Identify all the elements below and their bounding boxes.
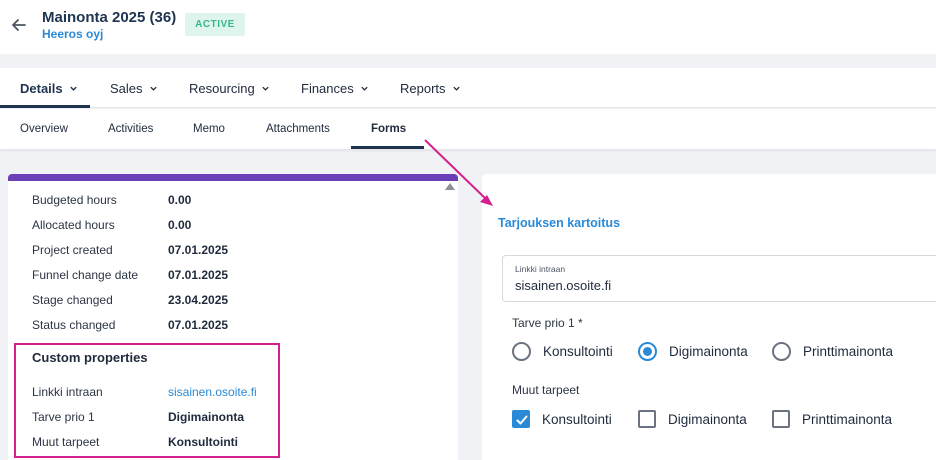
field-label: Linkki intraan bbox=[515, 264, 566, 274]
detail-value: 07.01.2025 bbox=[168, 243, 229, 257]
radio-digimainonta[interactable]: Digimainonta bbox=[638, 342, 748, 361]
subtab-memo[interactable]: Memo bbox=[193, 109, 225, 149]
option-label: Printtimainonta bbox=[802, 411, 893, 427]
tab-resourcing[interactable]: Resourcing bbox=[189, 68, 270, 108]
option-label: Digimainonta bbox=[668, 411, 747, 427]
link-intraan-field[interactable]: Linkki intraan sisainen.osoite.fi bbox=[502, 255, 936, 302]
detail-key: Status changed bbox=[32, 318, 116, 332]
status-badge: ACTIVE bbox=[185, 13, 245, 36]
customer-link[interactable]: Heeros oyj bbox=[42, 27, 103, 41]
subtab-activities[interactable]: Activities bbox=[108, 109, 153, 149]
checkbox-konsultointi[interactable]: Konsultointi bbox=[512, 410, 612, 428]
detail-key: Allocated hours bbox=[32, 218, 115, 232]
detail-value: 0.00 bbox=[168, 193, 192, 207]
scroll-up-arrow-icon[interactable] bbox=[445, 183, 455, 190]
checkbox-checked[interactable] bbox=[512, 410, 530, 428]
tab-details[interactable]: Details bbox=[20, 68, 78, 108]
radio-button[interactable] bbox=[512, 342, 531, 361]
tab-label: Sales bbox=[110, 80, 143, 96]
subtab-overview[interactable]: Overview bbox=[20, 109, 68, 149]
detail-key: Budgeted hours bbox=[32, 193, 117, 207]
other-needs-question-label: Muut tarpeet bbox=[512, 383, 580, 397]
property-link[interactable]: sisainen.osoite.fi bbox=[168, 384, 257, 400]
arrow-left-icon[interactable] bbox=[10, 16, 30, 36]
checkmark-icon bbox=[516, 415, 528, 425]
form-panel: Tarjouksen kartoitus Linkki intraan sisa… bbox=[482, 174, 936, 460]
chevron-down-icon bbox=[262, 86, 269, 91]
project-title: Mainonta 2025 (36) bbox=[42, 9, 177, 26]
option-label: Digimainonta bbox=[669, 344, 748, 359]
tab-sales[interactable]: Sales bbox=[110, 68, 158, 108]
project-details-panel: Budgeted hours 0.00 Allocated hours 0.00… bbox=[8, 174, 458, 460]
radio-button-selected[interactable] bbox=[638, 342, 657, 361]
subtab-attachments[interactable]: Attachments bbox=[266, 109, 330, 149]
property-key: Muut tarpeet bbox=[32, 435, 100, 449]
radio-konsultointi[interactable]: Konsultointi bbox=[512, 342, 613, 361]
tab-label: Reports bbox=[400, 80, 446, 96]
chevron-down-icon bbox=[361, 86, 368, 91]
checkbox-digimainonta[interactable]: Digimainonta bbox=[638, 410, 747, 428]
detail-value: 23.04.2025 bbox=[168, 293, 229, 307]
tab-label: Finances bbox=[301, 80, 354, 96]
prio-question-label: Tarve prio 1 * bbox=[512, 316, 583, 330]
tab-finances[interactable]: Finances bbox=[301, 68, 369, 108]
form-title: Tarjouksen kartoitus bbox=[498, 216, 621, 230]
chevron-down-icon bbox=[69, 86, 77, 91]
option-label: Konsultointi bbox=[542, 411, 612, 427]
chevron-down-icon bbox=[149, 86, 157, 91]
tab-label: Resourcing bbox=[189, 80, 255, 96]
option-label: Konsultointi bbox=[543, 344, 613, 359]
project-header: Mainonta 2025 (36) Heeros oyj ACTIVE bbox=[0, 0, 936, 54]
custom-properties-title: Custom properties bbox=[32, 350, 148, 365]
panel-accent-bar bbox=[8, 174, 458, 181]
detail-key: Stage changed bbox=[32, 293, 113, 307]
option-label: Printtimainonta bbox=[803, 344, 894, 359]
property-value: Konsultointi bbox=[168, 435, 238, 449]
detail-key: Project created bbox=[32, 243, 113, 257]
tab-label: Details bbox=[20, 80, 63, 96]
detail-key: Funnel change date bbox=[32, 268, 139, 282]
checkbox[interactable] bbox=[638, 410, 656, 428]
detail-value: 07.01.2025 bbox=[168, 268, 229, 282]
subtab-forms[interactable]: Forms bbox=[371, 109, 406, 149]
checkbox-printtimainonta[interactable]: Printtimainonta bbox=[772, 410, 892, 428]
sub-tabs: Overview Activities Memo Attachments For… bbox=[0, 109, 936, 149]
radio-button[interactable] bbox=[772, 342, 791, 361]
chevron-down-icon bbox=[452, 86, 460, 91]
active-tab-indicator bbox=[0, 105, 90, 108]
property-key: Tarve prio 1 bbox=[32, 410, 95, 424]
tab-reports[interactable]: Reports bbox=[400, 68, 461, 108]
field-value: sisainen.osoite.fi bbox=[515, 278, 612, 293]
detail-value: 07.01.2025 bbox=[168, 318, 229, 332]
checkbox[interactable] bbox=[772, 410, 790, 428]
property-key: Linkki intraan bbox=[32, 385, 103, 399]
radio-printtimainonta[interactable]: Printtimainonta bbox=[772, 342, 893, 361]
detail-value: 0.00 bbox=[168, 218, 192, 232]
property-value: Digimainonta bbox=[168, 410, 245, 424]
active-subtab-indicator bbox=[351, 146, 424, 149]
main-tabs: Details Sales Resourcing Finances Report… bbox=[0, 68, 936, 108]
